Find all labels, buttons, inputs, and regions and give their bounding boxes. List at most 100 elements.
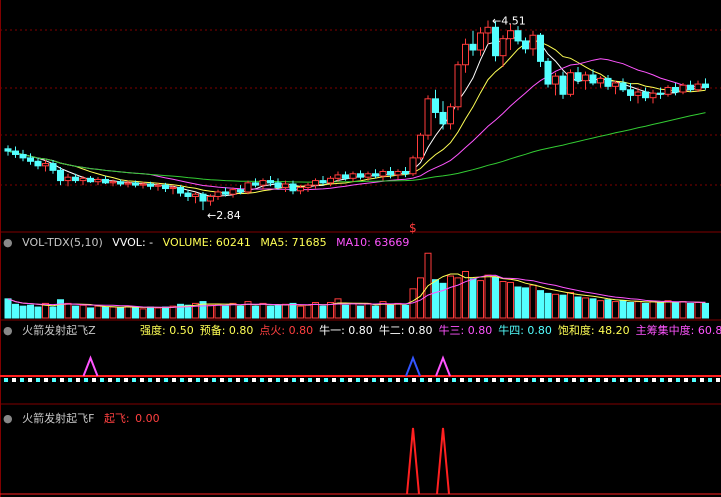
candle-body xyxy=(282,183,289,188)
candle-body xyxy=(417,134,424,159)
indicator-z-plot xyxy=(0,355,721,382)
volume-bar xyxy=(57,299,64,319)
candle-body xyxy=(477,32,484,51)
indicator-z-dot xyxy=(396,378,400,382)
volume-bar xyxy=(349,302,357,319)
volume-bar xyxy=(79,304,87,319)
indicator-z-dot xyxy=(388,378,392,382)
indicator-z-dot xyxy=(404,378,408,382)
indicator-z-signal-triangle xyxy=(82,355,99,377)
indicator-f-plot xyxy=(0,427,721,495)
panel-collapse-icon[interactable]: ● xyxy=(3,412,13,425)
volume-bar xyxy=(514,286,522,319)
indicator-z-dot xyxy=(668,378,672,382)
volume-bar xyxy=(664,300,672,319)
indicator-z-dot xyxy=(428,378,432,382)
candle-body xyxy=(199,193,207,202)
indicator-z-dot xyxy=(36,378,40,382)
volume-bar xyxy=(552,293,559,319)
candle-body xyxy=(64,176,72,182)
indicator-z-dot xyxy=(652,378,656,382)
volume-bar xyxy=(154,307,162,319)
volume-bar xyxy=(499,281,507,319)
candle-body xyxy=(169,186,177,190)
candle-body xyxy=(94,178,102,183)
volume-bar xyxy=(19,305,27,319)
candle-body xyxy=(177,186,184,194)
volume-bar xyxy=(589,298,597,319)
volume-bar xyxy=(537,290,544,319)
indicator-z-dot xyxy=(300,378,304,382)
volume-bar xyxy=(642,302,649,319)
indicator-z-item: 牛三: 0.80 xyxy=(438,324,493,337)
candle-body xyxy=(379,171,387,177)
indicator-z-dot xyxy=(92,378,96,382)
candle-body xyxy=(409,157,417,175)
candle-body xyxy=(574,72,582,82)
indicator-z-dot xyxy=(140,378,144,382)
volume-bar xyxy=(252,305,259,319)
panel-collapse-icon[interactable]: ● xyxy=(3,324,13,337)
volume-bar xyxy=(274,304,282,319)
volume-bar xyxy=(102,306,109,319)
indicator-z-dot xyxy=(348,378,352,382)
panel-collapse-icon[interactable]: ● xyxy=(3,236,13,249)
candle-body xyxy=(469,43,477,51)
indicator-z-title: 火箭发射起飞Z xyxy=(22,324,96,337)
volume-bar xyxy=(132,306,139,319)
candle-body xyxy=(49,163,57,171)
indicator-z-dot xyxy=(20,378,24,382)
candle-body xyxy=(702,83,709,88)
indicator-z-item: 预备: 0.80 xyxy=(199,324,254,337)
volume-bar xyxy=(507,281,514,319)
volume-bar xyxy=(627,301,634,319)
candle-body xyxy=(582,74,589,82)
candle-body xyxy=(237,189,244,193)
indicator-z-dot xyxy=(540,378,544,382)
takeoff-label: 起飞: xyxy=(103,412,130,425)
candle-body xyxy=(589,74,597,84)
candle-body xyxy=(484,26,492,34)
candle-body xyxy=(657,92,664,95)
candle-body xyxy=(319,180,327,184)
candle-body xyxy=(102,178,109,184)
volume-bar xyxy=(597,300,604,319)
high-price-label: ←4.51 xyxy=(492,14,526,27)
indicator-z-item: 主筹集中度: 60.8 xyxy=(635,324,721,337)
candle-body xyxy=(402,171,409,175)
indicator-z-dot xyxy=(444,378,448,382)
candle-body xyxy=(42,163,49,167)
indicator-z-item: 饱和度: 48.20 xyxy=(557,324,630,337)
indicator-z-item: 牛二: 0.80 xyxy=(378,324,433,337)
volume-bar xyxy=(72,305,79,319)
volume-bar xyxy=(267,305,274,319)
volume-bar xyxy=(342,304,349,319)
indicator-z-dot xyxy=(596,378,600,382)
indicator-z-dot xyxy=(76,378,80,382)
candle-body xyxy=(492,26,499,57)
indicator-z-dot xyxy=(660,378,664,382)
candle-body xyxy=(12,150,19,155)
indicator-z-item: 牛一: 0.80 xyxy=(319,324,373,337)
indicator-z-dot xyxy=(340,378,344,382)
volume-bar xyxy=(439,282,447,319)
candle-body xyxy=(687,84,694,91)
volume-bar xyxy=(229,302,237,319)
indicator-z-dot xyxy=(476,378,480,382)
volume-bar xyxy=(694,301,702,319)
indicator-z-dot xyxy=(532,378,536,382)
indicator-z-dot xyxy=(676,378,680,382)
candle-body xyxy=(649,92,657,99)
candle-body xyxy=(252,182,259,186)
indicator-z-dot xyxy=(436,378,440,382)
volume-bar xyxy=(162,306,169,319)
low-price-label: ←2.84 xyxy=(207,209,241,222)
indicator-z-dot xyxy=(588,378,592,382)
candle-body xyxy=(604,77,612,87)
candle-body xyxy=(634,91,642,96)
candle-body xyxy=(297,186,304,192)
candle-body xyxy=(349,173,357,179)
candle-body xyxy=(559,75,567,95)
indicator-z-item: 点火: 0.80 xyxy=(259,324,314,337)
indicator-z-dot xyxy=(556,378,560,382)
